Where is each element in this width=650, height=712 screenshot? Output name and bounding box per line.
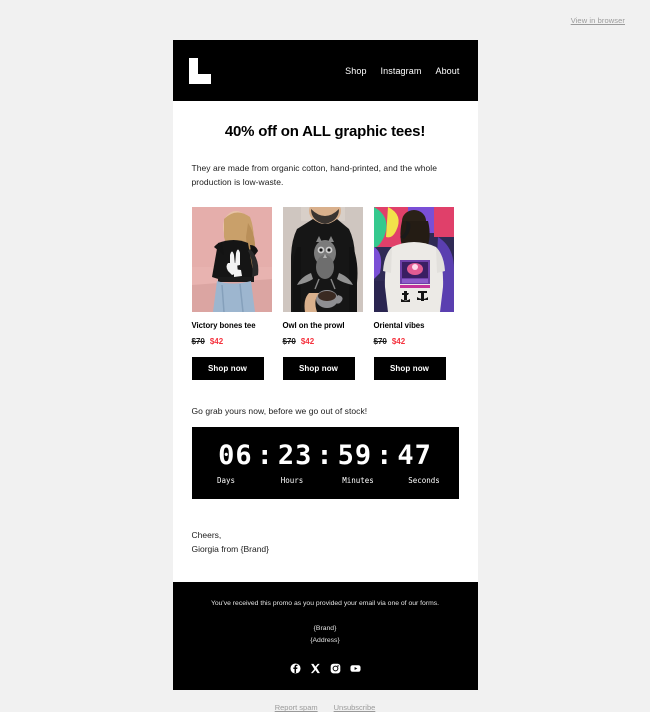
brand-logo-icon[interactable]	[188, 57, 211, 84]
product-new-price: $42	[391, 337, 406, 347]
countdown-hours-label: Hours	[280, 475, 304, 485]
social-links	[195, 663, 456, 674]
footer-address: {Address}	[310, 637, 340, 645]
signoff-sender: Giorgia from {Brand}	[191, 543, 269, 554]
countdown-hours-value: 23	[277, 439, 313, 471]
intro-section: 40% off on ALL graphic tees! They are ma…	[173, 101, 478, 189]
countdown-digits: 06 : 23 : 59 : 47	[218, 442, 432, 469]
countdown-separator: :	[256, 439, 274, 471]
product-image-owl-on-the-prowl[interactable]	[282, 207, 363, 313]
product-prices: $70 $42	[374, 337, 454, 346]
product-card: Oriental vibes $70 $42 Shop now	[373, 207, 454, 381]
product-old-price: $70	[282, 337, 296, 347]
signoff-block: Cheers, Giorgia from {Brand}	[173, 499, 478, 582]
product-prices: $70 $42	[283, 337, 363, 346]
product-prices: $70 $42	[192, 337, 272, 346]
countdown-separator: :	[376, 439, 394, 471]
email-header: Shop Instagram About	[172, 40, 478, 101]
header-nav: Shop Instagram About	[345, 66, 459, 76]
shop-now-button[interactable]: Shop now	[373, 357, 446, 381]
countdown-seconds-value: 47	[397, 439, 432, 471]
footer-links: Report spam Unsubscribe	[0, 690, 650, 712]
youtube-icon[interactable]	[349, 663, 361, 674]
countdown-minutes-value: 59	[337, 439, 373, 471]
footer-disclaimer: You've received this promo as you provid…	[210, 600, 440, 608]
email-container: Shop Instagram About 40% off on ALL grap…	[172, 40, 478, 691]
product-old-price: $70	[373, 337, 387, 347]
shop-now-button[interactable]: Shop now	[191, 357, 264, 381]
product-card: Victory bones tee $70 $42 Shop now	[191, 207, 272, 381]
signoff-greeting: Cheers,	[191, 530, 222, 541]
countdown-days-value: 06	[218, 439, 253, 471]
product-name: Victory bones tee	[191, 321, 256, 331]
product-image-victory-bones-tee[interactable]	[191, 207, 272, 313]
facebook-icon[interactable]	[289, 663, 301, 674]
product-name: Oriental vibes	[373, 321, 425, 331]
countdown-timer: 06 : 23 : 59 : 47 Days Hours Minutes Sec…	[191, 427, 459, 500]
countdown-minutes-label: Minutes	[342, 475, 374, 485]
preheader-bar: View in browser	[0, 0, 650, 40]
footer-brand: {Brand}	[313, 625, 337, 633]
nav-item-shop[interactable]: Shop	[345, 66, 366, 76]
x-twitter-icon[interactable]	[310, 663, 321, 674]
product-old-price: $70	[191, 337, 205, 347]
intro-paragraph: They are made from organic cotton, hand-…	[191, 163, 437, 188]
urgency-text: Go grab yours now, before we go out of s…	[191, 406, 368, 417]
view-in-browser-link[interactable]: View in browser	[571, 16, 625, 25]
product-name: Owl on the prowl	[282, 321, 345, 331]
product-new-price: $42	[300, 337, 315, 347]
instagram-icon[interactable]	[330, 663, 341, 674]
shop-now-button[interactable]: Shop now	[282, 357, 355, 381]
email-footer: You've received this promo as you provid…	[172, 582, 478, 691]
countdown-days-label: Days	[216, 475, 236, 485]
nav-item-about[interactable]: About	[435, 66, 459, 76]
product-new-price: $42	[209, 337, 224, 347]
product-card: Owl on the prowl $70 $42 Shop now	[282, 207, 363, 381]
countdown-separator: :	[316, 439, 334, 471]
nav-item-instagram[interactable]: Instagram	[381, 66, 422, 76]
product-grid: Victory bones tee $70 $42 Shop now Owl o…	[173, 207, 478, 381]
page-title: 40% off on ALL graphic tees!	[224, 123, 426, 140]
countdown-labels: Days Hours Minutes Seconds	[193, 476, 457, 485]
product-image-oriental-vibes[interactable]	[373, 207, 454, 313]
countdown-seconds-label: Seconds	[408, 475, 440, 485]
